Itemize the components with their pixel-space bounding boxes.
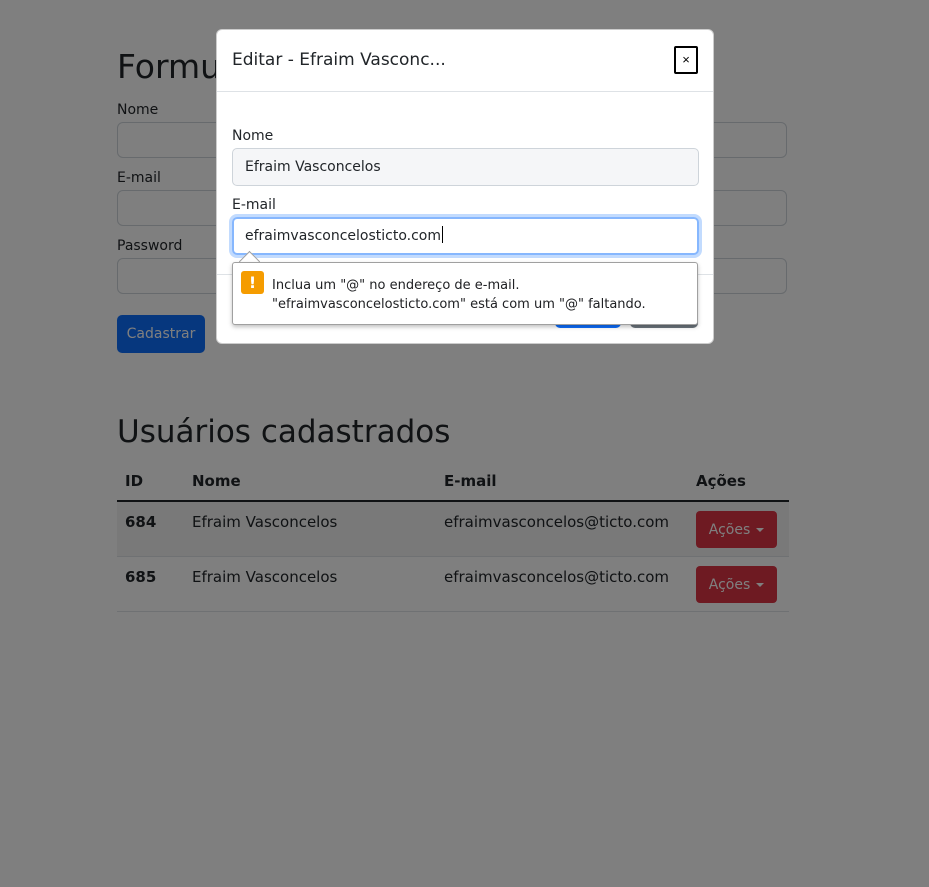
warning-icon: ! (241, 271, 264, 294)
modal-nome-value: Efraim Vasconcelos (245, 159, 381, 175)
validation-message: Inclua um "@" no endereço de e-mail. "ef… (272, 278, 646, 312)
close-icon: × (682, 52, 690, 67)
modal-title: Editar - Efraim Vasconc... (232, 50, 446, 70)
validation-tooltip: ! Inclua um "@" no endereço de e-mail. "… (232, 262, 698, 325)
modal-nome-field[interactable]: Efraim Vasconcelos (232, 148, 699, 186)
close-button[interactable]: × (674, 46, 698, 74)
text-cursor (442, 226, 443, 243)
modal-email-value: efraimvasconcelosticto.com (245, 228, 441, 244)
modal-email-label: E-mail (232, 197, 276, 213)
modal-nome-label: Nome (232, 128, 274, 144)
modal-header: Editar - Efraim Vasconc... × (217, 30, 713, 92)
modal-email-field[interactable]: efraimvasconcelosticto.com (232, 217, 699, 255)
